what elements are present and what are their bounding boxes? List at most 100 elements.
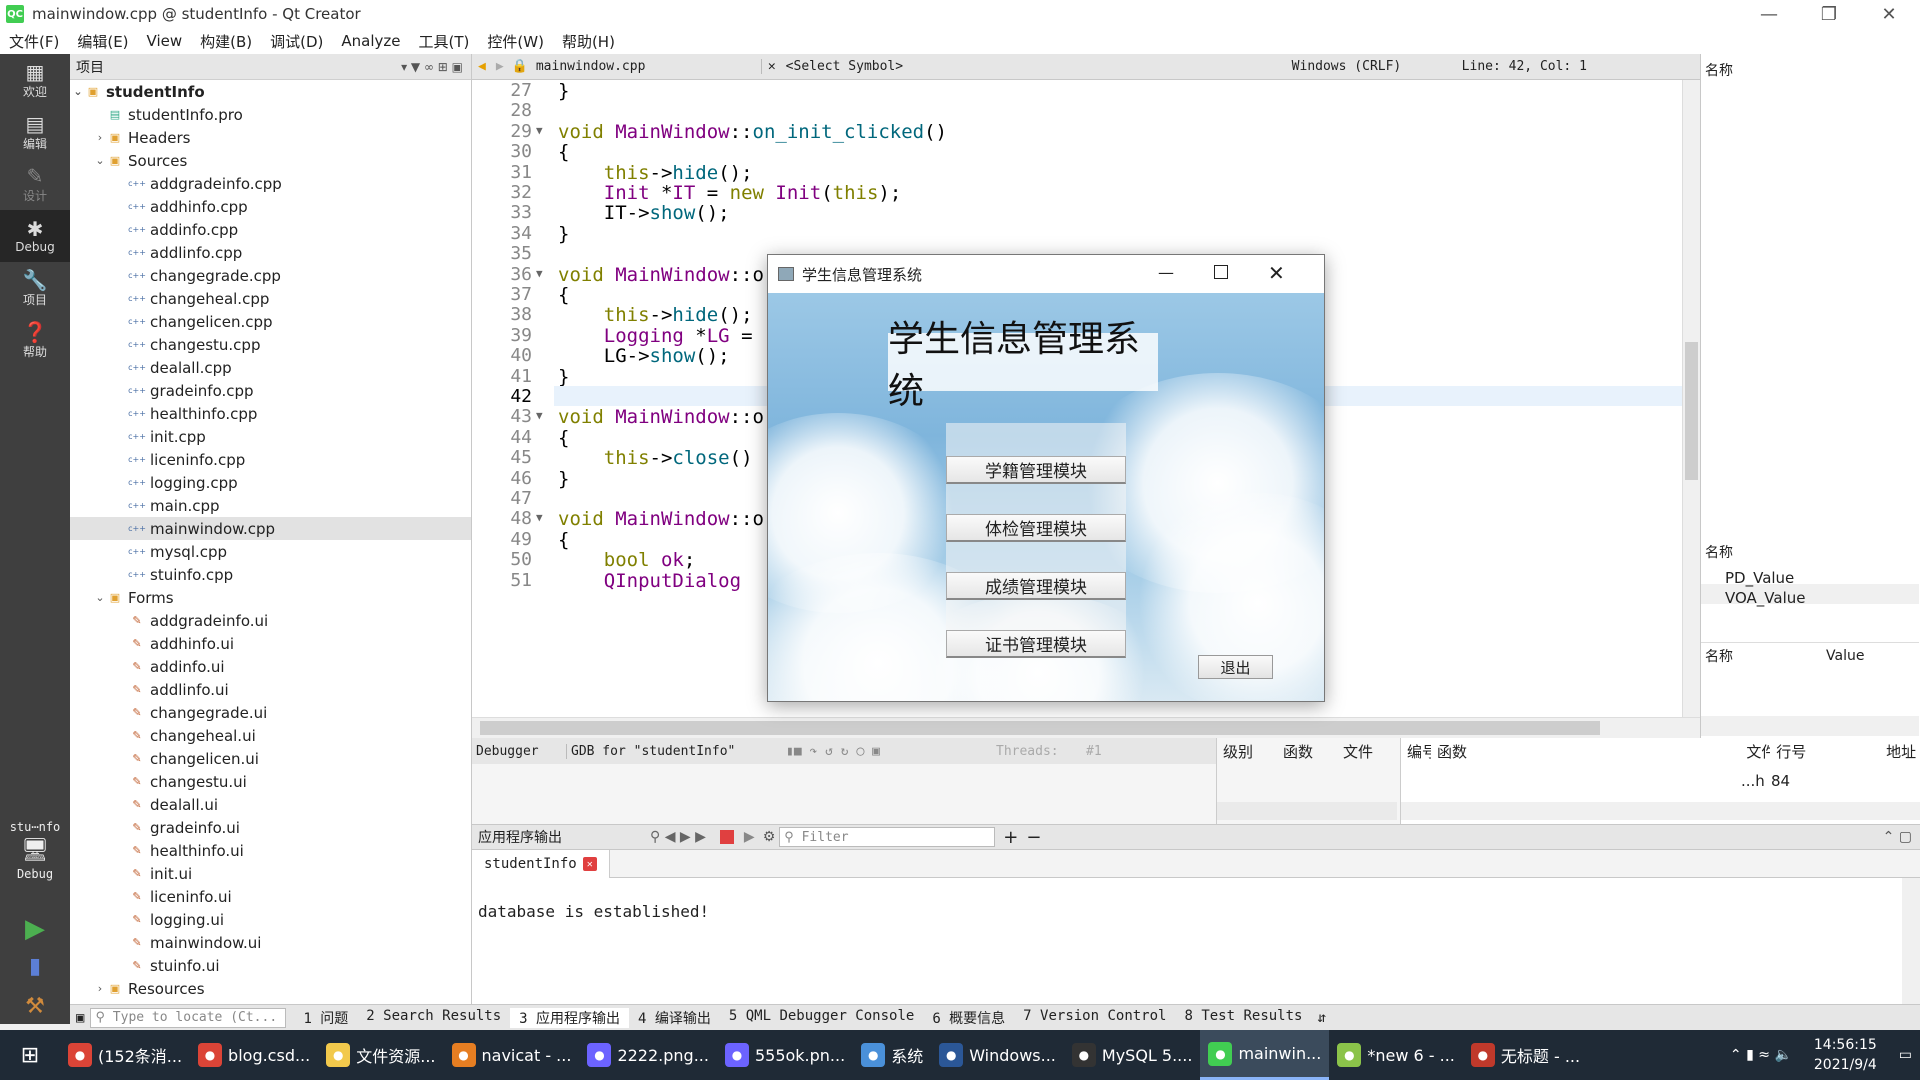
cursor-position[interactable]: Line: 42, Col: 1 — [1462, 59, 1632, 74]
taskbar-item[interactable]: ● 无标题 - ... — [1463, 1030, 1588, 1080]
stack-col-header[interactable]: 文件 — [1337, 741, 1397, 762]
tree-item-form[interactable]: ✎ stuinfo.ui — [70, 954, 471, 977]
tree-root[interactable]: ⌄ ▣ studentInfo — [70, 80, 471, 103]
tree-item-source[interactable]: c++ gradeinfo.cpp — [70, 379, 471, 402]
module-button[interactable]: 学籍管理模块 — [946, 456, 1126, 484]
thread-number[interactable]: #1 — [1086, 744, 1156, 759]
taskbar-item[interactable]: ● blog.csd... — [190, 1030, 318, 1080]
debug-run-icon[interactable]: ▮ — [0, 954, 70, 979]
taskbar-item[interactable]: ● Windows... — [931, 1030, 1064, 1080]
tree-item-form[interactable]: ✎ addinfo.ui — [70, 655, 471, 678]
debugger-label[interactable]: Debugger — [472, 744, 566, 759]
breakpoint-col-header[interactable]: 编号 — [1401, 741, 1431, 762]
build-hammer-icon[interactable]: ⚒ — [0, 994, 70, 1019]
tree-item-source[interactable]: c++ dealall.cpp — [70, 356, 471, 379]
chevron-icon[interactable]: › — [92, 131, 108, 144]
tree-item-form[interactable]: ✎ dealall.ui — [70, 793, 471, 816]
tree-item-source[interactable]: c++ changegrade.cpp — [70, 264, 471, 287]
locate-input[interactable]: ⚲ Type to locate (Ct... — [90, 1007, 287, 1028]
tree-item-form[interactable]: ✎ init.ui — [70, 862, 471, 885]
breakpoint-col-header[interactable]: 文件 — [1740, 741, 1770, 762]
taskbar-item[interactable]: ● 2222.png... — [579, 1030, 717, 1080]
fold-marker-icon[interactable]: ▼ — [536, 124, 543, 137]
zoom-out-icon[interactable]: − — [1026, 827, 1041, 848]
taskbar-item[interactable]: ● 系统 — [853, 1030, 931, 1080]
menu-item[interactable]: 控件(W) — [478, 31, 553, 52]
output-pane-tab[interactable]: 3 应用程序输出 — [510, 1007, 630, 1028]
symbol-selector[interactable]: <Select Symbol> — [782, 59, 1292, 74]
settings-icon[interactable]: ⚙ — [759, 829, 780, 845]
breakpoint-col-header[interactable]: 行号 — [1770, 741, 1880, 762]
tree-item-source[interactable]: c++ mainwindow.cpp — [70, 517, 471, 540]
more-tabs-icon[interactable]: ⇵ — [1311, 1010, 1331, 1026]
close-file-icon[interactable]: ✕ — [762, 59, 782, 74]
chevron-icon[interactable]: ⌄ — [92, 154, 108, 167]
notification-icon[interactable]: ▭ — [1891, 1047, 1920, 1063]
tree-item-form[interactable]: ✎ changestu.ui — [70, 770, 471, 793]
tree-item-form[interactable]: ✎ mainwindow.ui — [70, 931, 471, 954]
forward-icon[interactable]: ▶ — [492, 59, 508, 74]
run-icon[interactable]: ▶ — [0, 914, 70, 944]
tree-item-source[interactable]: c++ changestu.cpp — [70, 333, 471, 356]
menu-item[interactable]: View — [138, 32, 192, 50]
exit-button[interactable]: 退出 — [1198, 655, 1273, 679]
tree-item-pro[interactable]: ▤ studentInfo.pro — [70, 103, 471, 126]
run-small-icon[interactable]: ▶ — [740, 829, 759, 845]
debug-actions-icon[interactable]: ▮■ ↷ ↺ ↻ ◯ ▣ — [786, 744, 996, 759]
tree-item-source[interactable]: c++ changelicen.cpp — [70, 310, 471, 333]
tree-item-form[interactable]: ✎ healthinfo.ui — [70, 839, 471, 862]
taskbar-item[interactable]: ● (152条消... — [60, 1030, 190, 1080]
kit-selector[interactable]: stu⋯nfo 🖥 Debug — [0, 820, 70, 881]
stack-hscroll[interactable] — [1217, 802, 1397, 820]
tree-folder-headers[interactable]: › ▣ Headers — [70, 126, 471, 149]
tree-item-form[interactable]: ✎ addlinfo.ui — [70, 678, 471, 701]
output-tools-icon[interactable]: ⚲ ◀ ▶ ▶ — [642, 829, 714, 845]
mode-document[interactable]: ▤ 编辑 — [0, 106, 70, 158]
output-scrollbar[interactable] — [1902, 878, 1920, 1004]
pane-maximize-icon[interactable]: ⌃ ▢ — [1883, 829, 1920, 845]
mode-bug[interactable]: ✱ Debug — [0, 210, 70, 262]
chevron-icon[interactable]: › — [92, 982, 108, 995]
module-button[interactable]: 证书管理模块 — [946, 630, 1126, 658]
output-tab[interactable]: studentInfo ✕ — [472, 850, 610, 878]
minimize-button[interactable]: — — [1740, 0, 1798, 28]
dialog-minimize-button[interactable]: — — [1158, 263, 1174, 282]
mode-help[interactable]: ❓ 帮助 — [0, 314, 70, 366]
clock[interactable]: 14:56:15 2021/9/4 — [1800, 1035, 1891, 1075]
menu-item[interactable]: 文件(F) — [0, 31, 68, 52]
mode-grid[interactable]: ▦ 欢迎 — [0, 54, 70, 106]
tree-folder-resources[interactable]: › ▣ Resources — [70, 977, 471, 1000]
module-button[interactable]: 成绩管理模块 — [946, 572, 1126, 600]
tree-item-source[interactable]: c++ liceninfo.cpp — [70, 448, 471, 471]
tray-icons[interactable]: ⌃ ▮ ≈ 🔈 — [1722, 1047, 1800, 1063]
close-button[interactable]: ✕ — [1860, 0, 1918, 28]
tree-item-form[interactable]: ✎ changeheal.ui — [70, 724, 471, 747]
tree-item-source[interactable]: c++ logging.cpp — [70, 471, 471, 494]
menu-item[interactable]: Analyze — [332, 32, 409, 50]
tree-item-source[interactable]: c++ addhinfo.cpp — [70, 195, 471, 218]
tree-item-form[interactable]: ✎ liceninfo.ui — [70, 885, 471, 908]
editor-hscrollbar[interactable] — [472, 717, 1700, 738]
chevron-icon[interactable]: ⌄ — [92, 591, 108, 604]
restore-button[interactable]: ❐ — [1800, 0, 1858, 28]
tree-item-form[interactable]: ✎ addhinfo.ui — [70, 632, 471, 655]
taskbar-item[interactable]: ● 555ok.pn... — [717, 1030, 853, 1080]
back-icon[interactable]: ◀ — [472, 59, 492, 74]
tree-item-source[interactable]: c++ addgradeinfo.cpp — [70, 172, 471, 195]
output-area[interactable]: database is established! — [472, 878, 1902, 1004]
taskbar-item[interactable]: ● mainwin... — [1200, 1030, 1330, 1080]
tree-folder-forms[interactable]: ⌄ ▣ Forms — [70, 586, 471, 609]
output-pane-tab[interactable]: 2 Search Results — [357, 1008, 510, 1028]
start-button[interactable]: ⊞ — [0, 1030, 60, 1080]
taskbar-item[interactable]: ● *new 6 - ... — [1329, 1030, 1463, 1080]
close-tab-icon[interactable]: ✕ — [582, 857, 597, 871]
stop-icon[interactable] — [719, 830, 734, 844]
chevron-icon[interactable]: ⌄ — [70, 85, 86, 98]
right-hscroll-2[interactable] — [1701, 716, 1919, 736]
tree-item-source[interactable]: c++ main.cpp — [70, 494, 471, 517]
tree-item-source[interactable]: c++ changeheal.cpp — [70, 287, 471, 310]
tree-item-form[interactable]: ✎ changegrade.ui — [70, 701, 471, 724]
tree-item-form[interactable]: ✎ addgradeinfo.ui — [70, 609, 471, 632]
gdb-selector[interactable]: GDB for "studentInfo" — [566, 743, 786, 759]
pane-tools-icon[interactable]: ▾ ▼ ∞ ⊞ ▣ — [401, 60, 463, 74]
